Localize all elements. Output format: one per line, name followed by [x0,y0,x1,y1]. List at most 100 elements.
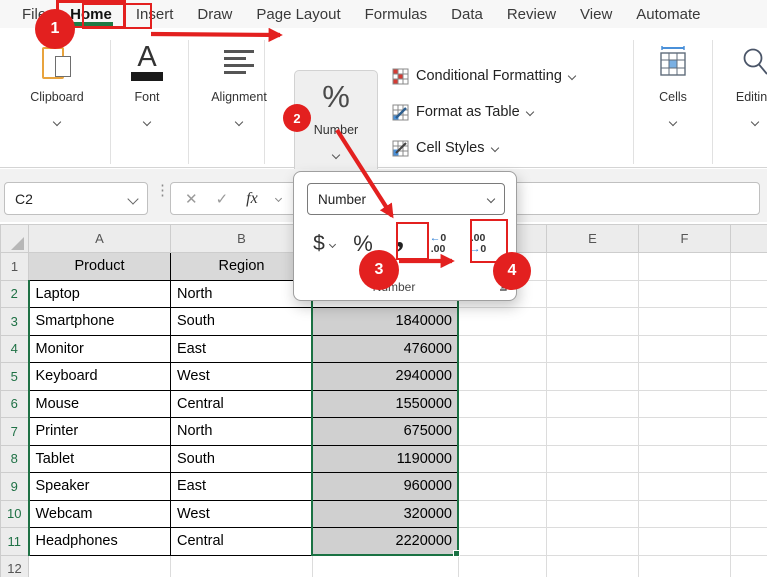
tab-view[interactable]: View [568,2,624,27]
cell-E6[interactable] [547,390,639,418]
cell-E5[interactable] [547,363,639,391]
cell-D7[interactable] [459,418,547,446]
cell-G2[interactable] [731,280,767,308]
cell-D3[interactable] [459,308,547,336]
increase-decimal-button[interactable]: ←0 .00 [418,224,458,264]
row-header-6[interactable]: 6 [1,390,29,418]
tab-page-layout[interactable]: Page Layout [244,2,352,27]
row-header-1[interactable]: 1 [1,253,29,281]
cell-F3[interactable] [639,308,731,336]
cell-F2[interactable] [639,280,731,308]
tab-review[interactable]: Review [495,2,568,27]
cell-C10[interactable]: 320000 [313,500,459,528]
cell-A1[interactable]: Product [29,253,171,281]
tab-draw[interactable]: Draw [185,2,244,27]
cell-A3[interactable]: Smartphone [29,308,171,336]
row-header-3[interactable]: 3 [1,308,29,336]
cell-D6[interactable] [459,390,547,418]
enter-icon[interactable]: ✓ [216,190,229,208]
tab-file[interactable]: File [10,2,58,27]
fill-handle[interactable] [453,550,460,557]
column-header-B[interactable]: B [171,225,313,253]
cell-G5[interactable] [731,363,767,391]
column-header-A[interactable]: A [29,225,171,253]
cell-D9[interactable] [459,473,547,501]
cell-styles-button[interactable]: Cell Styles [392,138,575,158]
cell-F12[interactable] [639,555,731,577]
tab-formulas[interactable]: Formulas [353,2,440,27]
tab-home[interactable]: Home [58,2,124,27]
cell-E3[interactable] [547,308,639,336]
cell-F4[interactable] [639,335,731,363]
row-header-2[interactable]: 2 [1,280,29,308]
cell-B9[interactable]: East [171,473,313,501]
cell-B1[interactable]: Region [171,253,313,281]
cell-B8[interactable]: South [171,445,313,473]
cell-B7[interactable]: North [171,418,313,446]
cell-G8[interactable] [731,445,767,473]
cells-group-button[interactable]: Cells [636,38,710,130]
cell-C11[interactable]: 2220000 [313,528,459,556]
tab-automate[interactable]: Automate [624,2,712,27]
number-format-select[interactable]: Number [307,183,505,215]
clipboard-group-button[interactable]: Clipboard [14,38,100,130]
cell-E2[interactable] [547,280,639,308]
cell-A5[interactable]: Keyboard [29,363,171,391]
cell-A12[interactable] [29,555,171,577]
cell-C9[interactable]: 960000 [313,473,459,501]
tab-data[interactable]: Data [439,2,495,27]
cell-C8[interactable]: 1190000 [313,445,459,473]
decrease-decimal-button[interactable]: .00 →0 [458,224,498,264]
cell-F6[interactable] [639,390,731,418]
cell-E12[interactable] [547,555,639,577]
cell-F7[interactable] [639,418,731,446]
cell-B4[interactable]: East [171,335,313,363]
cancel-icon[interactable]: ✕ [185,190,198,208]
row-header-7[interactable]: 7 [1,418,29,446]
cell-B5[interactable]: West [171,363,313,391]
cell-A2[interactable]: Laptop [29,280,171,308]
select-all-button[interactable] [1,225,29,253]
cell-E1[interactable] [547,253,639,281]
cell-B10[interactable]: West [171,500,313,528]
row-header-4[interactable]: 4 [1,335,29,363]
percent-style-button[interactable]: % [344,224,382,264]
cell-C3[interactable]: 1840000 [313,308,459,336]
cell-G7[interactable] [731,418,767,446]
formula-bar-drag-handle[interactable]: ⋮ [155,187,170,195]
cell-D10[interactable] [459,500,547,528]
accounting-format-button[interactable]: $ [304,224,344,264]
cell-E8[interactable] [547,445,639,473]
cell-F10[interactable] [639,500,731,528]
cell-E4[interactable] [547,335,639,363]
cell-D12[interactable] [459,555,547,577]
column-header-F[interactable]: F [639,225,731,253]
cell-A6[interactable]: Mouse [29,390,171,418]
cell-D8[interactable] [459,445,547,473]
alignment-group-button[interactable]: Alignment [196,38,282,130]
cell-B2[interactable]: North [171,280,313,308]
dialog-launcher-icon[interactable] [495,279,508,292]
cell-C12[interactable] [313,555,459,577]
cell-E9[interactable] [547,473,639,501]
row-header-9[interactable]: 9 [1,473,29,501]
cell-D5[interactable] [459,363,547,391]
cell-A9[interactable]: Speaker [29,473,171,501]
cell-F5[interactable] [639,363,731,391]
row-header-11[interactable]: 11 [1,528,29,556]
font-group-button[interactable]: A Font [104,38,190,130]
cell-B12[interactable] [171,555,313,577]
cell-A4[interactable]: Monitor [29,335,171,363]
column-header-partial[interactable] [731,225,767,253]
cell-E7[interactable] [547,418,639,446]
cell-F11[interactable] [639,528,731,556]
name-box[interactable]: C2 [4,182,148,215]
row-header-8[interactable]: 8 [1,445,29,473]
row-header-5[interactable]: 5 [1,363,29,391]
column-header-E[interactable]: E [547,225,639,253]
editing-group-button[interactable]: Editing [718,38,767,130]
row-header-10[interactable]: 10 [1,500,29,528]
cell-G10[interactable] [731,500,767,528]
row-header-12[interactable]: 12 [1,555,29,577]
cell-G9[interactable] [731,473,767,501]
